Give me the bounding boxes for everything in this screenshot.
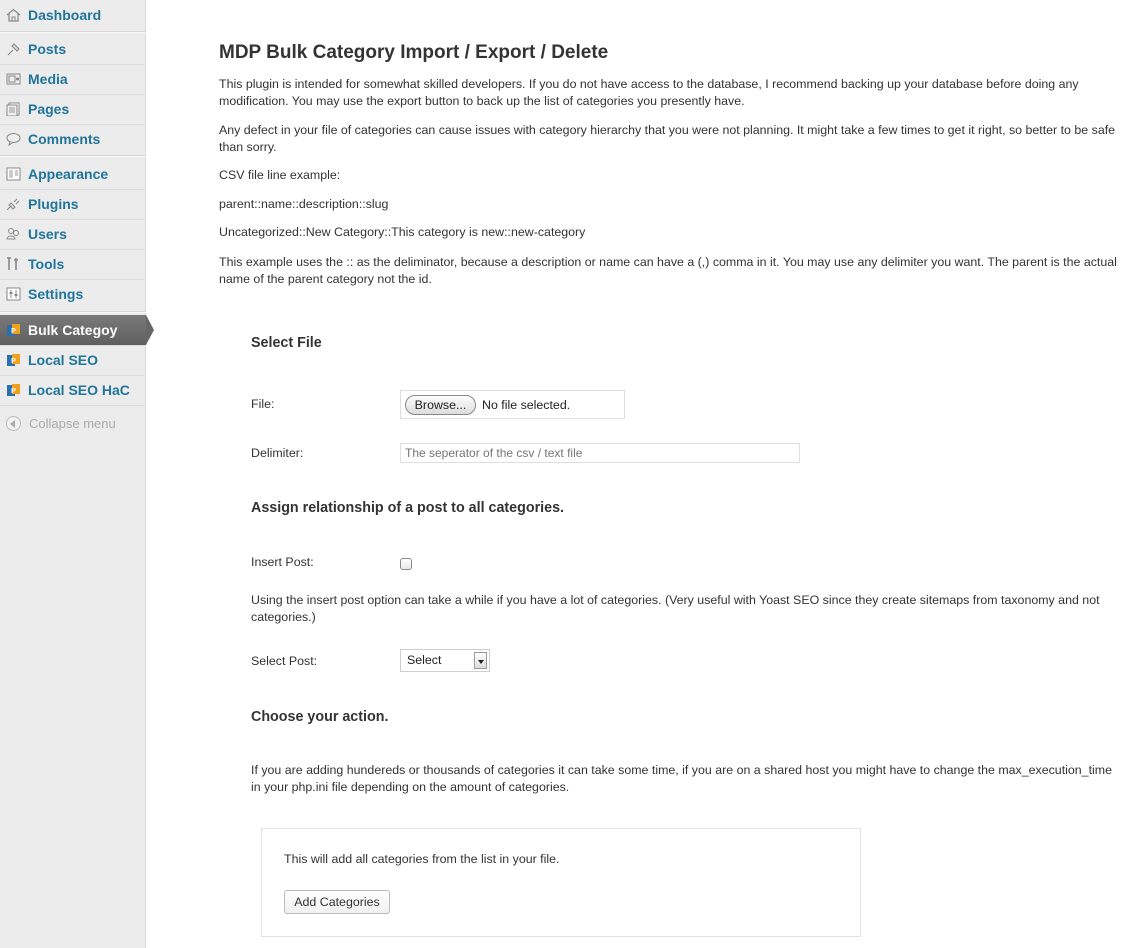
sidebar-item-label: Settings (28, 286, 84, 302)
current-menu-arrow (146, 315, 154, 345)
sidebar-item-local-seo[interactable]: P Local SEO (0, 345, 146, 375)
sidebar-item-label: Media (28, 71, 68, 87)
sidebar-item-settings[interactable]: Settings (0, 279, 146, 309)
home-icon (6, 8, 21, 22)
plug-icon (6, 198, 20, 211)
sidebar-item-label: Local SEO HaC (28, 382, 130, 398)
delimiter-input[interactable] (400, 443, 800, 463)
menu-separator (0, 31, 146, 33)
action-note: If you are adding hundereds or thousands… (251, 763, 1112, 794)
sidebar-item-label: Plugins (28, 196, 79, 212)
comment-icon (6, 133, 21, 146)
sidebar-item-label: Appearance (28, 166, 109, 182)
sidebar-item-label: Bulk Categoy (28, 322, 118, 338)
svg-text:P: P (11, 328, 16, 335)
warning-text: Any defect in your file of categories ca… (219, 123, 1116, 154)
add-categories-button[interactable]: Add Categories (284, 890, 390, 914)
sidebar-item-dashboard[interactable]: Dashboard (0, 0, 146, 30)
chevron-down-icon (474, 652, 487, 669)
sidebar-item-appearance[interactable]: Appearance (0, 159, 146, 189)
pin-icon (7, 43, 20, 56)
admin-sidebar: Dashboard Posts Media Pages Comments App… (0, 0, 154, 948)
insert-post-note: Using the insert post option can take a … (251, 593, 1100, 624)
pages-icon (6, 102, 20, 116)
file-label: File: (251, 397, 275, 411)
csv-example-label: CSV file line example: (219, 168, 341, 182)
add-categories-panel: This will add all categories from the li… (261, 828, 861, 937)
select-post-value: Select (407, 653, 442, 667)
delimiter-label: Delimiter: (251, 446, 304, 460)
sidebar-item-label: Pages (28, 101, 70, 117)
sidebar-item-users[interactable]: Users (0, 219, 146, 249)
select-file-heading: Select File (251, 335, 322, 351)
intro-text: This plugin is intended for somewhat ski… (219, 77, 1079, 108)
assign-heading: Assign relationship of a post to all cat… (251, 500, 565, 516)
file-input[interactable]: Browse... No file selected. (400, 390, 625, 419)
plugin-logo-icon: P (7, 324, 20, 336)
sidebar-item-bulk-category[interactable]: P Bulk Categoy (0, 315, 154, 345)
collapse-menu-label: Collapse menu (29, 415, 116, 431)
action-heading: Choose your action. (251, 709, 389, 725)
sidebar-item-plugins[interactable]: Plugins (0, 189, 146, 219)
sidebar-item-comments[interactable]: Comments (0, 124, 146, 154)
settings-icon (6, 287, 21, 301)
plugin-logo-icon: P (7, 354, 20, 366)
select-post-dropdown[interactable]: Select (400, 649, 490, 672)
insert-post-label: Insert Post: (251, 555, 314, 569)
svg-text:P: P (11, 388, 16, 395)
menu-divider (0, 405, 146, 406)
sidebar-item-label: Dashboard (28, 7, 102, 23)
sidebar-item-local-seo-hac[interactable]: P Local SEO HaC (0, 375, 146, 405)
media-icon (6, 73, 21, 85)
page-title: MDP Bulk Category Import / Export / Dele… (219, 42, 609, 63)
delimiter-note: This example uses the :: as the delimina… (219, 255, 1117, 286)
menu-separator (0, 311, 146, 313)
sidebar-item-pages[interactable]: Pages (0, 94, 146, 124)
sidebar-item-label: Comments (28, 131, 101, 147)
menu-separator (0, 155, 146, 157)
appearance-icon (6, 167, 21, 181)
sidebar-item-label: Tools (28, 256, 65, 272)
csv-format-text: parent::name::description::slug (219, 197, 389, 211)
browse-button[interactable]: Browse... (405, 395, 476, 415)
no-file-text: No file selected. (482, 398, 571, 412)
sidebar-item-tools[interactable]: Tools (0, 249, 146, 279)
insert-post-checkbox[interactable] (400, 558, 412, 570)
plugin-logo-icon: P (7, 384, 20, 396)
svg-text:P: P (11, 358, 16, 365)
tools-icon (7, 257, 18, 270)
sidebar-item-posts[interactable]: Posts (0, 34, 146, 64)
sidebar-item-label: Users (28, 226, 67, 242)
users-icon (6, 228, 19, 240)
sidebar-item-label: Posts (28, 41, 67, 57)
select-post-label: Select Post: (251, 654, 318, 668)
csv-example-text: Uncategorized::New Category::This catego… (219, 225, 586, 239)
sidebar-item-label: Local SEO (28, 352, 99, 368)
sidebar-item-media[interactable]: Media (0, 64, 146, 94)
add-note: This will add all categories from the li… (284, 852, 560, 866)
collapse-arrow-icon (6, 416, 21, 431)
